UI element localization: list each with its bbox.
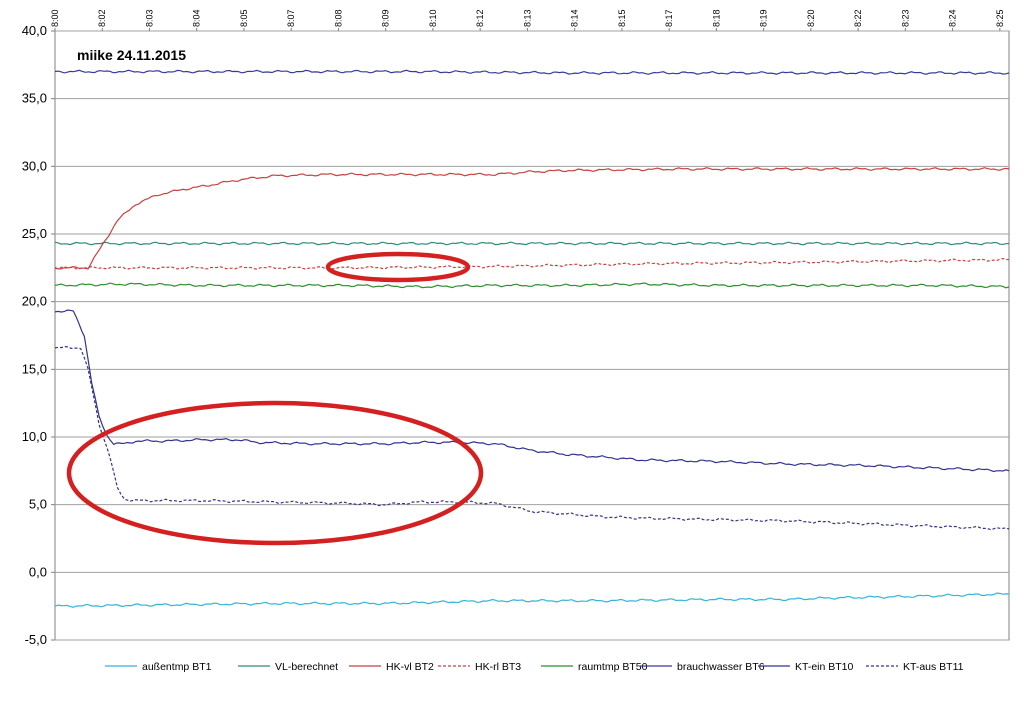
legend-label: raumtmp BT50 [578,661,648,673]
x-tick-label: 8:14 [570,9,580,27]
legend-label: VL-berechnet [275,661,338,673]
x-tick-label: 8:20 [806,9,816,27]
x-tick-label: 8:23 [900,9,910,27]
x-tick-label: 8:13 [522,9,532,27]
series-line-4 [54,282,1010,289]
x-tick-label: 8:00 [50,9,60,27]
x-tick-label: 8:19 [759,9,769,27]
x-tick-label: 8:17 [664,9,674,27]
series-line-0 [54,592,1010,608]
y-tick-label: 25,0 [22,226,47,241]
legend-label: außentmp BT1 [142,661,212,673]
plot-area-frame [54,30,1010,641]
y-tick-label: -5,0 [25,632,47,647]
legend-label: KT-ein BT10 [795,661,854,673]
series-line-1 [54,241,1010,246]
x-tick-label: 8:08 [333,9,343,27]
x-tick-label: 8:24 [948,9,958,27]
series-line-2 [54,167,1010,270]
y-tick-label: 15,0 [22,361,47,376]
x-tick-label: 8:03 [144,9,154,27]
x-tick-label: 8:04 [192,9,202,27]
gridlines [55,30,1009,641]
legend-label: brauchwasser BT6 [677,661,765,673]
x-tick-label: 8:15 [617,9,627,27]
highlight-ellipse [66,400,484,546]
y-tick-label: 0,0 [29,564,47,579]
y-tick-label: 30,0 [22,158,47,173]
series-lines [54,69,1010,608]
y-tick-label: 35,0 [22,91,47,106]
x-tick-label: 8:18 [711,9,721,27]
y-tick-label: 10,0 [22,429,47,444]
legend: außentmp BT1 VL-berechnet HK-vl BT2 HK-rl B… [105,661,964,673]
x-axis-ticks: 8:00 8:02 8:03 8:04 8:05 8:07 8:08 8:09 8:10 8:12… [50,9,1005,31]
legend-label: HK-rl BT3 [475,661,521,673]
x-tick-label: 8:05 [239,9,249,27]
x-tick-label: 8:09 [381,9,391,27]
series-line-7 [54,345,1010,531]
legend-label: HK-vl BT2 [386,661,434,673]
line-chart: -5,0 0,0 5,0 10,0 15,0 20,0 25,0 30,0 35,0 40,0 8… [22,9,1010,673]
y-tick-label: 20,0 [22,294,47,309]
y-tick-label: 40,0 [22,23,47,38]
series-line-6 [54,309,1010,473]
x-tick-label: 8:25 [995,9,1005,27]
y-axis-ticks: -5,0 0,0 5,0 10,0 15,0 20,0 25,0 30,0 35,0 40,0 [22,23,55,647]
x-tick-label: 8:22 [853,9,863,27]
series-line-3 [54,257,1010,270]
x-tick-label: 8:02 [97,9,107,27]
legend-label: KT-aus BT11 [903,661,964,673]
highlight-ellipses [66,251,484,546]
x-tick-label: 8:12 [475,9,485,27]
x-tick-label: 8:07 [286,9,296,27]
y-tick-label: 5,0 [29,497,47,512]
x-tick-label: 8:10 [428,9,438,27]
chart-annotation: miike 24.11.2015 [77,47,186,63]
series-line-5 [54,69,1010,75]
